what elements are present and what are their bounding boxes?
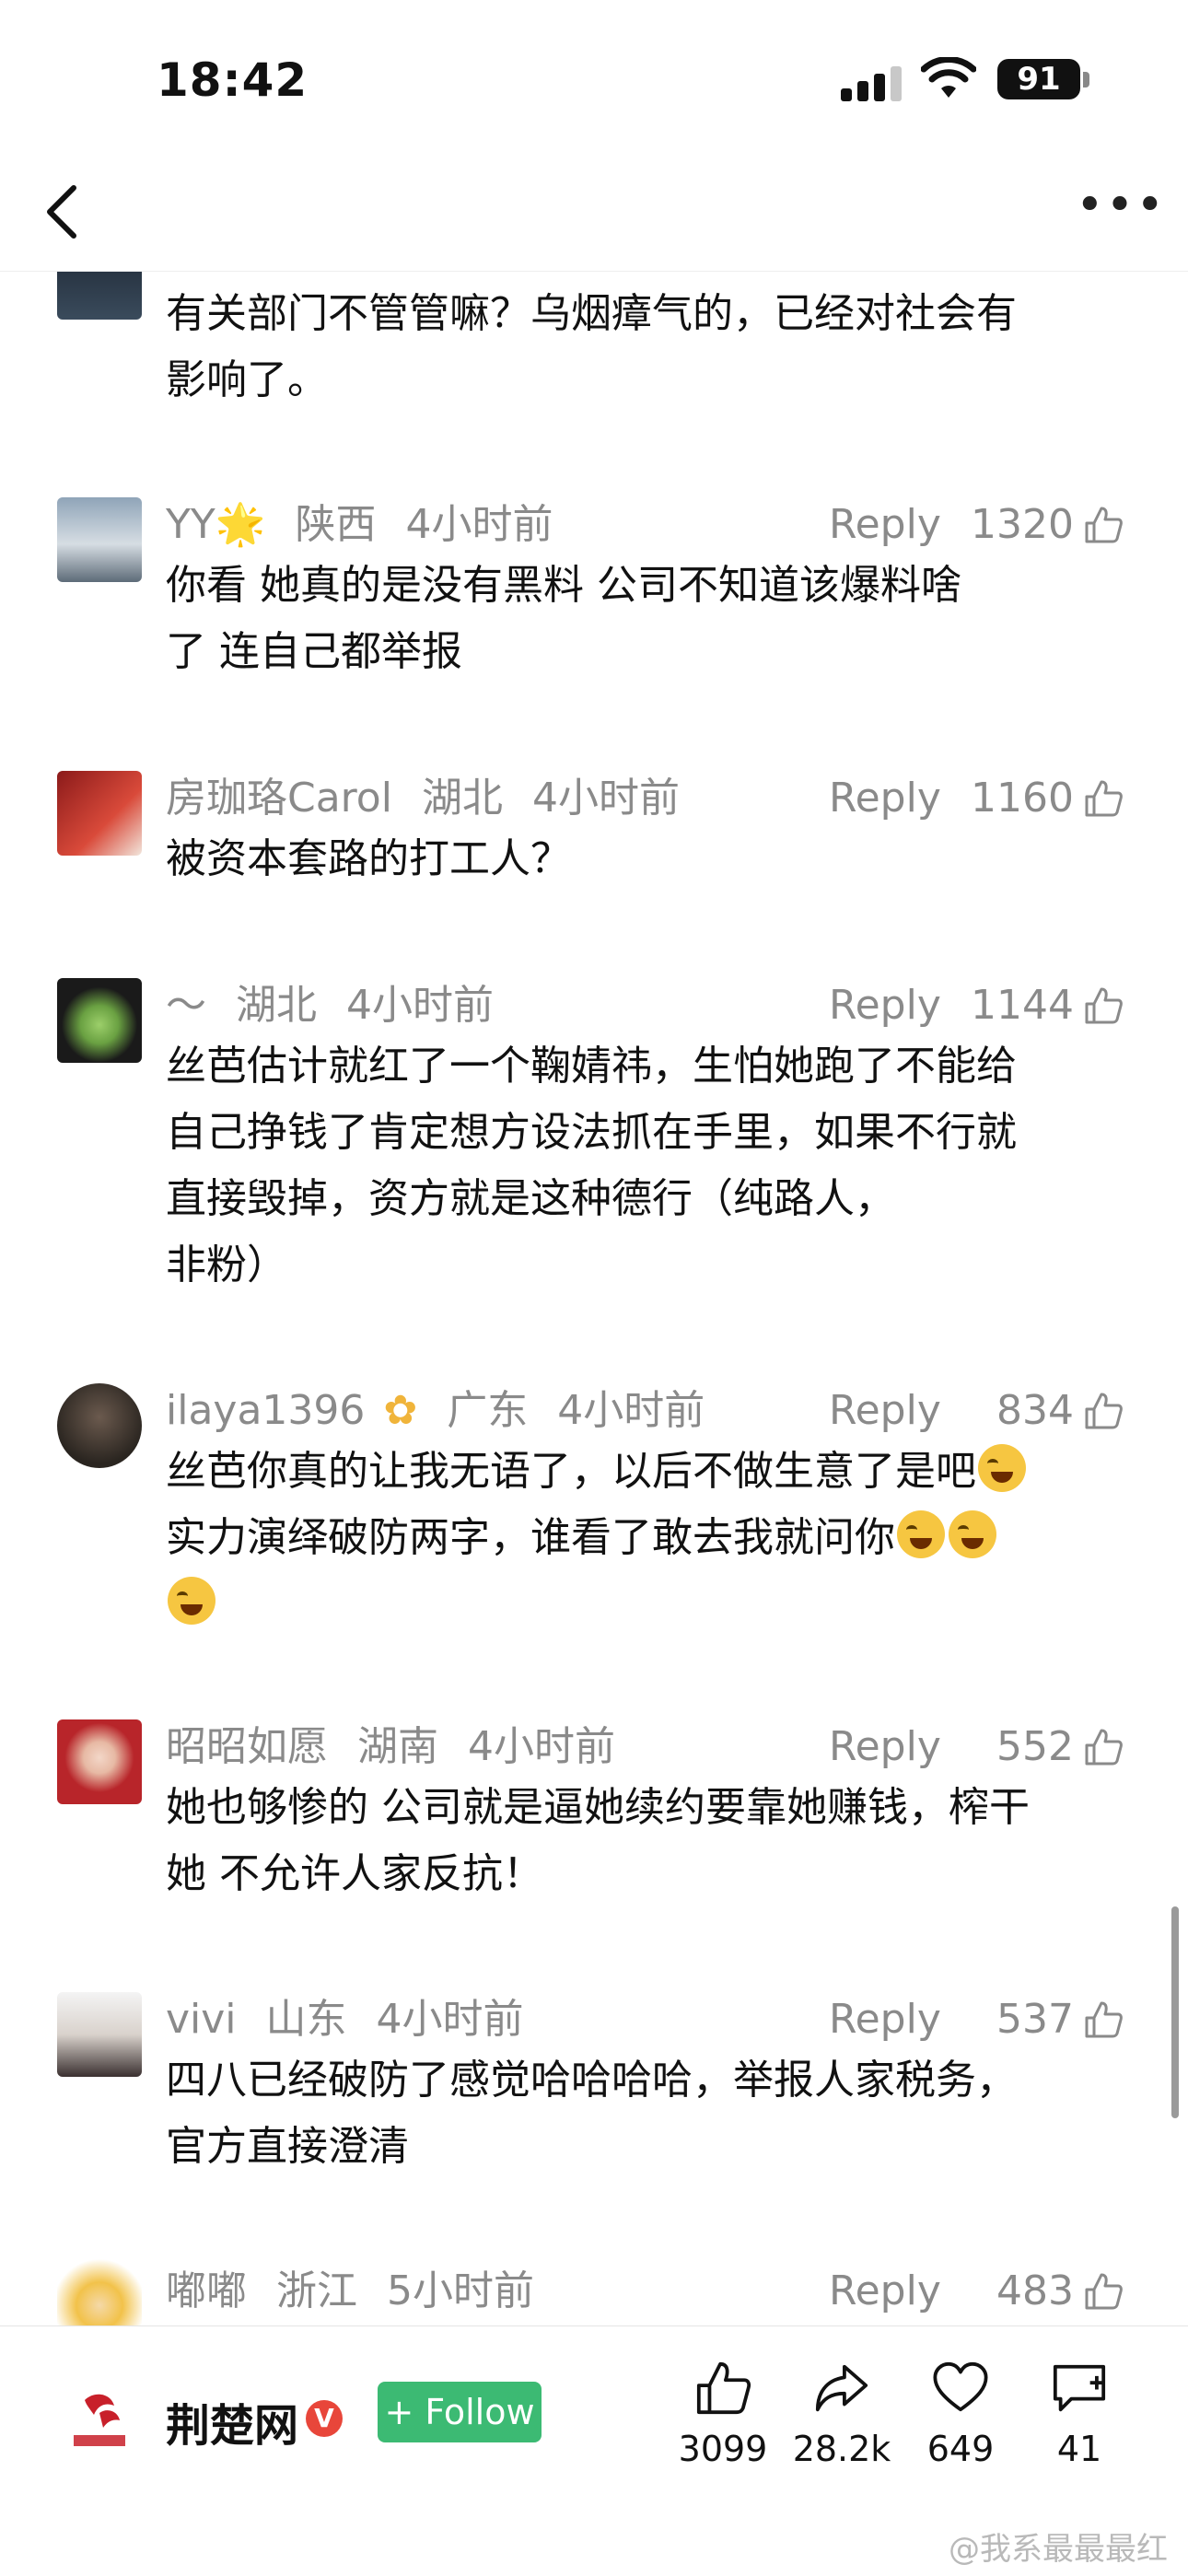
status-time: 18:42 xyxy=(157,53,309,107)
like-button[interactable]: 483 xyxy=(996,2264,1124,2319)
comment-text: 四八已经破防了感觉哈哈哈哈，举报人家税务， 官方直接澄清 xyxy=(166,2057,1017,2170)
avatar[interactable] xyxy=(57,978,142,1063)
avatar[interactable] xyxy=(57,497,142,582)
share-action-button[interactable]: 28.2k xyxy=(782,2359,902,2469)
thumbs-up-icon xyxy=(696,2361,751,2415)
comment-time: 4小时前 xyxy=(376,1996,524,2043)
verified-badge: V xyxy=(306,2400,343,2437)
crying-laughing-emoji-icon xyxy=(168,1577,215,1625)
comment-username[interactable]: 房珈珞Carol xyxy=(166,775,392,822)
favorite-count: 649 xyxy=(926,2429,995,2469)
reply-button[interactable]: Reply xyxy=(829,978,941,1033)
follow-button[interactable]: + Follow xyxy=(378,2382,542,2442)
comment-text: 丝芭估计就红了一个鞠婧祎，生怕她跑了不能给 自己挣钱了肯定想方设法抓在手里，如果… xyxy=(166,1043,1017,1288)
comment-list[interactable]: 有关部门不管管嘛？乌烟瘴气的，已经对社会有 影响了。 YY🌟 陕西 4小时前 R… xyxy=(0,272,1188,2325)
comment-time: 4小时前 xyxy=(557,1387,705,1434)
comment-text: 被资本套路的打工人？ xyxy=(166,835,571,882)
comment-time: 4小时前 xyxy=(346,982,494,1029)
comment-location: 湖北 xyxy=(421,775,503,822)
crying-laughing-emoji-icon xyxy=(897,1510,945,1558)
reply-button[interactable]: Reply xyxy=(829,771,941,826)
like-count: 1320 xyxy=(971,501,1074,548)
like-action-button[interactable]: 3099 xyxy=(663,2359,783,2469)
wifi-icon xyxy=(921,57,976,98)
avatar[interactable] xyxy=(57,1992,142,2077)
like-button[interactable]: 834 xyxy=(996,1383,1124,1439)
thumbs-up-icon xyxy=(1085,2273,1123,2310)
avatar[interactable] xyxy=(57,1383,142,1468)
comment-text: 她也够惨的 公司就是逼她续约要靠她赚钱，榨干 她 不允许人家反抗！ xyxy=(166,1784,1030,1897)
thumbs-up-icon xyxy=(1085,987,1123,1024)
like-count: 834 xyxy=(996,1387,1074,1434)
navigation-bar: ••• xyxy=(0,157,1188,272)
comment-time: 5小时前 xyxy=(387,2267,534,2314)
chevron-left-icon[interactable] xyxy=(37,179,92,243)
comment-username[interactable]: ～ xyxy=(166,982,206,1029)
like-button[interactable]: 1160 xyxy=(971,771,1124,826)
like-count: 552 xyxy=(996,1723,1074,1770)
comment-location: 湖南 xyxy=(357,1723,438,1770)
heart-icon xyxy=(933,2361,988,2412)
crying-laughing-emoji-icon xyxy=(949,1510,996,1558)
comment-time: 4小时前 xyxy=(531,775,680,822)
like-count: 537 xyxy=(996,1996,1074,2043)
comment-username[interactable]: ilaya1396 xyxy=(166,1387,365,1434)
comment-text: 丝芭你真的让我无语了，以后不做生意了是吧 实力演绎破防两字，谁看了敢去我就问你 xyxy=(166,1439,1124,1638)
comment-location: 山东 xyxy=(265,1996,347,2043)
comment-username[interactable]: YY🌟 xyxy=(166,501,266,548)
thumbs-up-icon xyxy=(1085,507,1123,543)
thumbs-up-icon xyxy=(1085,1393,1123,1429)
battery-cap xyxy=(1083,72,1089,87)
battery-level: 91 xyxy=(997,59,1080,99)
comment-username[interactable]: vivi xyxy=(166,1996,237,2043)
thumbs-up-icon xyxy=(1085,2001,1123,2038)
comment-add-icon xyxy=(1053,2364,1106,2412)
avatar[interactable] xyxy=(57,2255,142,2325)
reply-button[interactable]: Reply xyxy=(829,1992,941,2047)
vip-badge-icon: ✿ xyxy=(383,1387,418,1434)
comment-text: 有关部门不管管嘛？乌烟瘴气的，已经对社会有 影响了。 xyxy=(166,290,1017,403)
like-count: 483 xyxy=(996,2267,1074,2314)
comment-location: 陕西 xyxy=(295,501,377,548)
reply-button[interactable]: Reply xyxy=(829,1719,941,1775)
reply-button[interactable]: Reply xyxy=(829,1383,941,1439)
comment-location: 浙江 xyxy=(276,2267,357,2314)
comment-time: 4小时前 xyxy=(405,501,553,548)
like-button[interactable]: 537 xyxy=(996,1992,1124,2047)
comment-location: 湖北 xyxy=(236,982,317,1029)
comment-text: 你看 她真的是没有黑料 公司不知道该爆料啥 了 连自己都举报 xyxy=(166,562,961,675)
comment-username[interactable]: 昭昭如愿 xyxy=(166,1723,328,1770)
crying-laughing-emoji-icon xyxy=(978,1444,1026,1492)
avatar[interactable] xyxy=(57,771,142,856)
like-button[interactable]: 1320 xyxy=(971,497,1124,553)
reply-button[interactable]: Reply xyxy=(829,497,941,553)
like-count: 1144 xyxy=(971,982,1074,1029)
comment-location: 广东 xyxy=(447,1387,529,1434)
like-count: 1160 xyxy=(971,775,1074,822)
comment-count: 41 xyxy=(1056,2429,1102,2469)
publisher-logo[interactable] xyxy=(57,2382,142,2466)
comment-time: 4小时前 xyxy=(468,1723,615,1770)
like-count: 3099 xyxy=(678,2429,768,2469)
like-button[interactable]: 552 xyxy=(996,1719,1124,1775)
avatar[interactable] xyxy=(57,272,142,320)
thumbs-up-icon xyxy=(1085,780,1123,817)
share-icon xyxy=(815,2364,868,2412)
status-bar: 18:42 91 xyxy=(0,0,1188,157)
favorite-action-button[interactable]: 649 xyxy=(901,2359,1020,2469)
cellular-signal-icon xyxy=(841,64,905,101)
watermark: @我系最最最红 xyxy=(949,2531,1168,2568)
thumbs-up-icon xyxy=(1085,1729,1123,1766)
scrollbar[interactable] xyxy=(1171,1906,1179,2118)
comment-username[interactable]: 嘟嘟 xyxy=(166,2267,247,2314)
avatar[interactable] xyxy=(57,1719,142,1804)
share-count: 28.2k xyxy=(792,2429,891,2469)
like-button[interactable]: 1144 xyxy=(971,978,1124,1033)
ellipsis-icon[interactable]: ••• xyxy=(1076,181,1164,229)
comment-action-button[interactable]: 41 xyxy=(1019,2359,1139,2469)
reply-button[interactable]: Reply xyxy=(829,2264,941,2319)
publisher-name[interactable]: 荆楚网 xyxy=(166,2389,298,2454)
